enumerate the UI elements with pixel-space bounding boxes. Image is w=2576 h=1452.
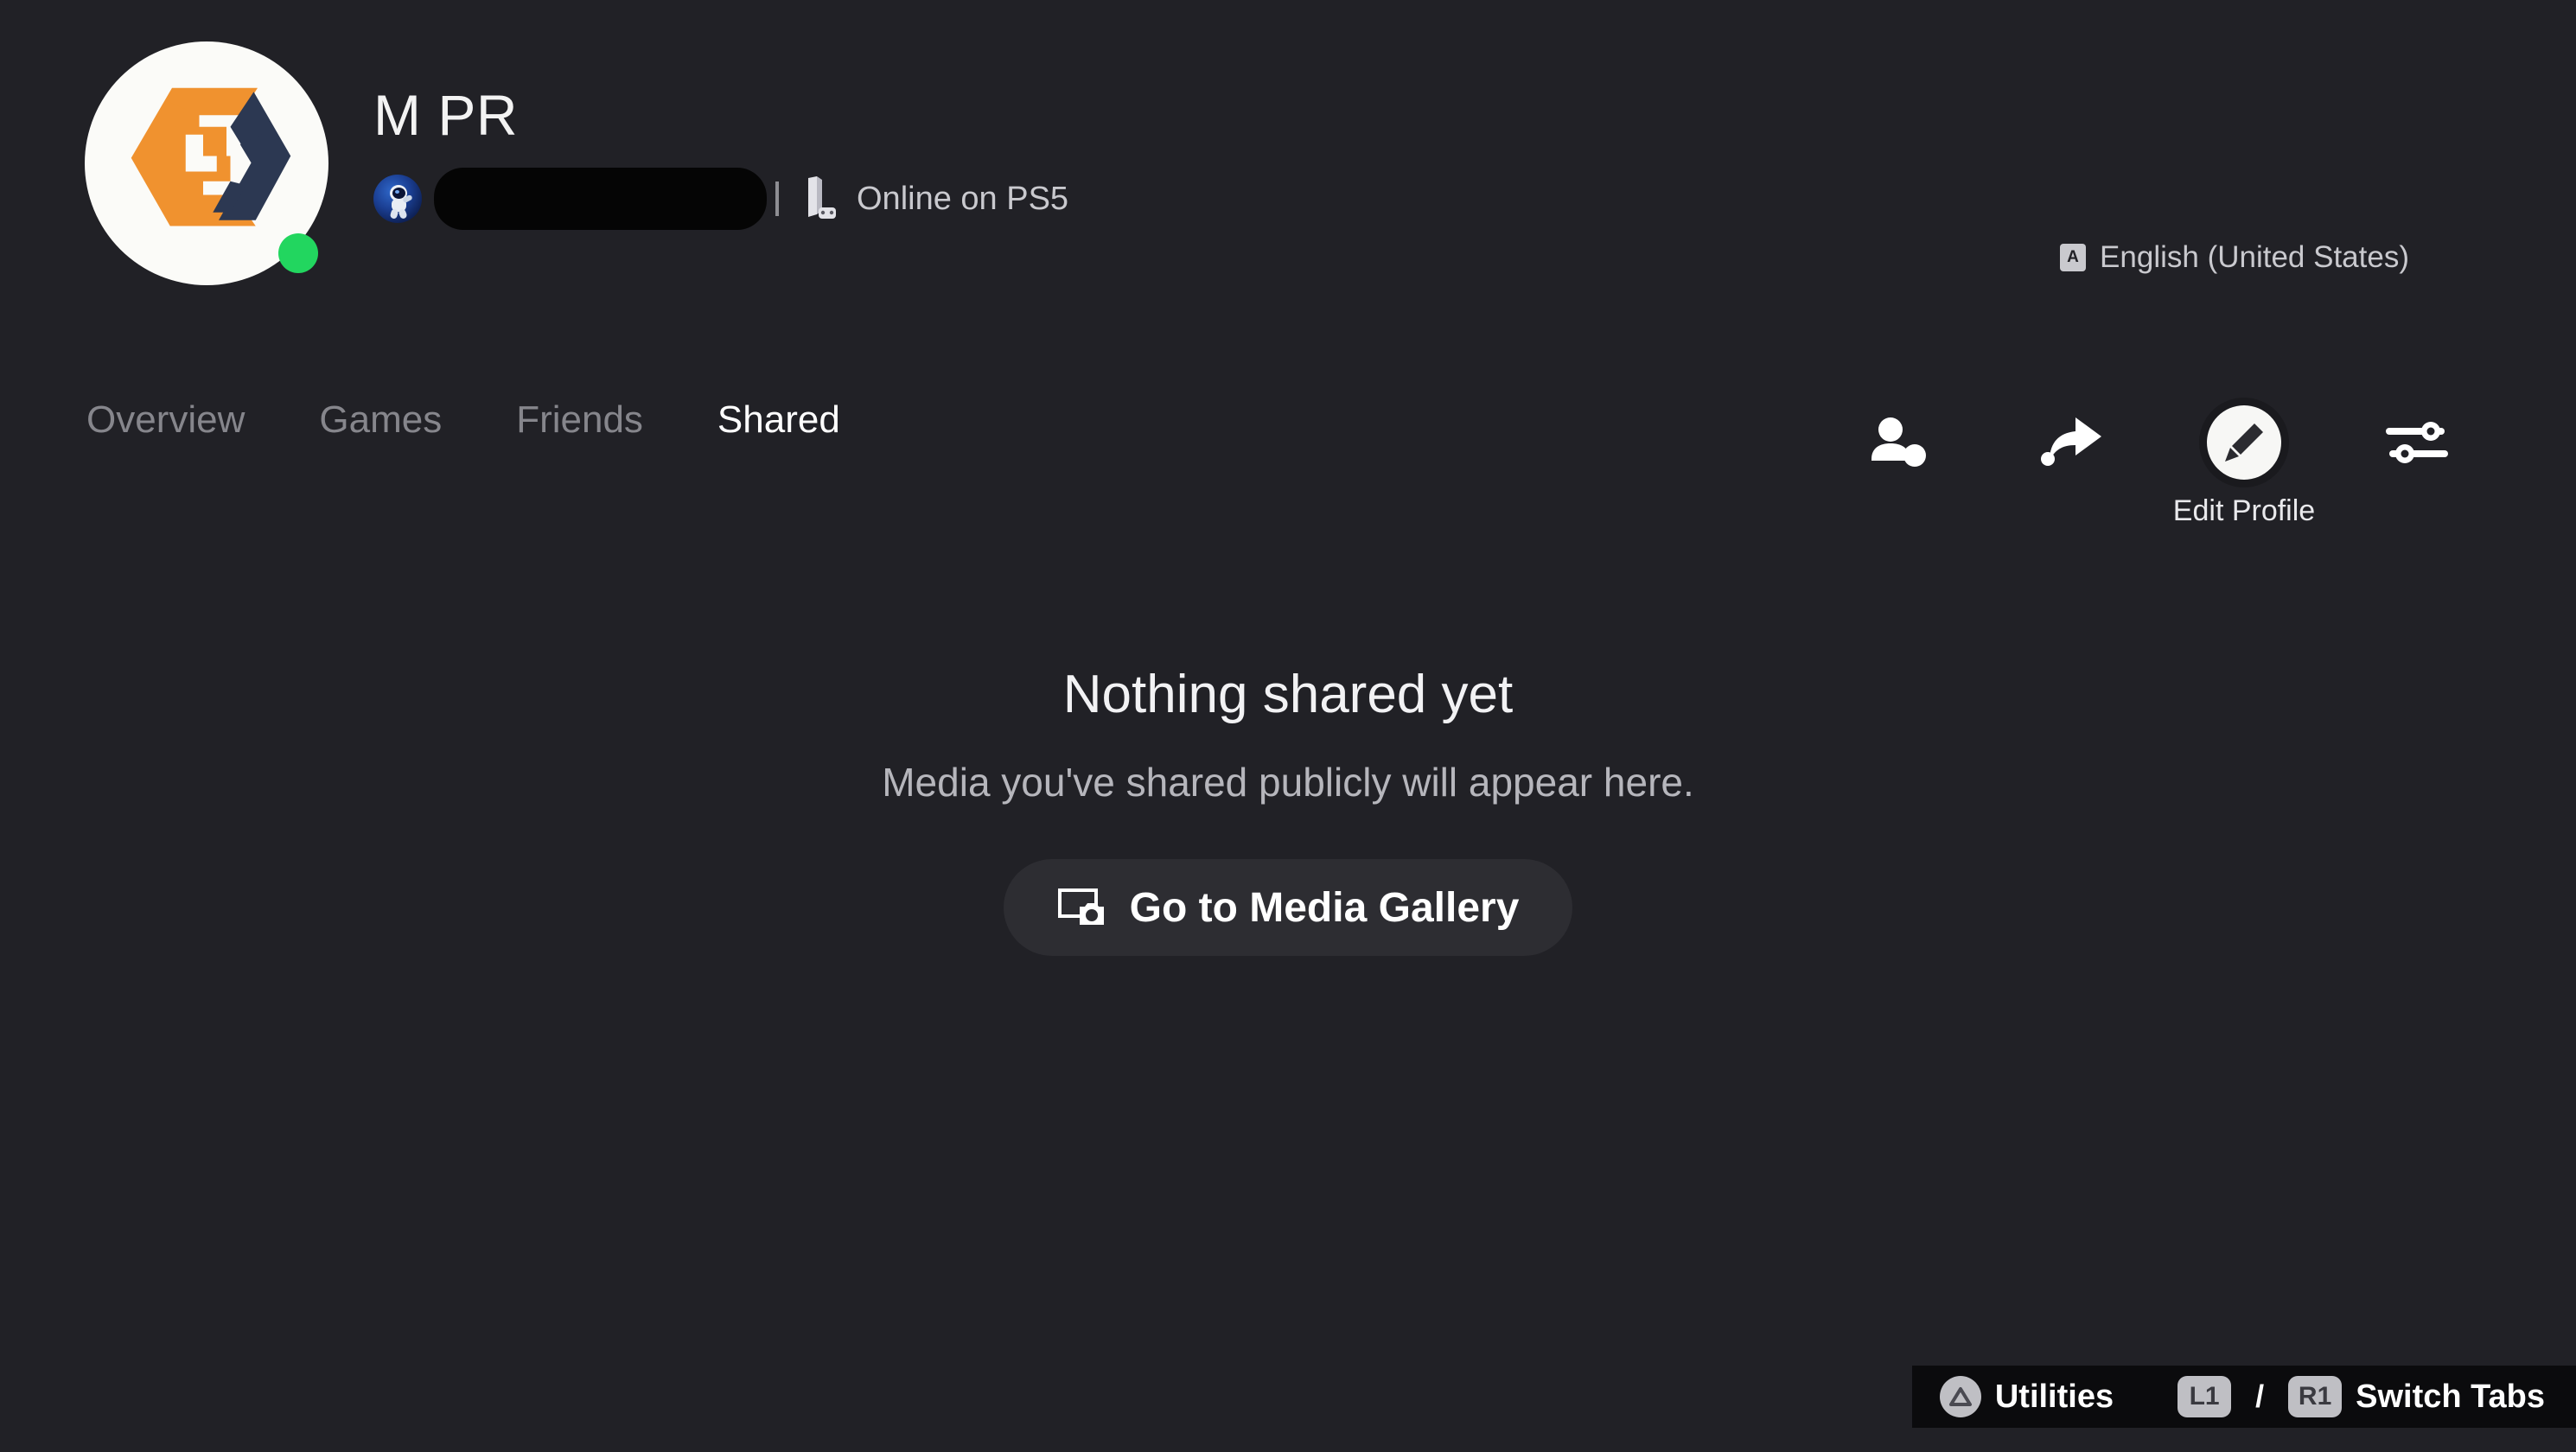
media-gallery-icon [1057,888,1104,926]
add-friend-icon [1871,417,1926,467]
profile-header: M PR Online on PS5 A English (United Sta… [0,0,2576,346]
share-arrow-icon [2041,417,2101,466]
hint-utilities[interactable]: Utilities [1939,1376,2114,1417]
empty-state: Nothing shared yet Media you've shared p… [0,665,2576,957]
key-l1: L1 [2177,1376,2232,1417]
profile-actions: Edit Profile [1843,387,2472,527]
tab-friends[interactable]: Friends [516,393,643,447]
ps5-profile-screen: M PR Online on PS5 A English (United Sta… [0,0,2576,1452]
profile-subline: Online on PS5 [373,168,1069,230]
display-name: M PR [373,83,518,147]
edit-profile-button[interactable]: Edit Profile [2173,387,2315,527]
language-icon: A [2060,244,2087,271]
online-id-redacted [434,168,767,230]
pencil-icon [2225,424,2263,462]
tab-overview[interactable]: Overview [86,393,245,447]
ps5-console-icon [801,176,838,221]
bottom-hint-bar: Utilities L1 / R1 Switch Tabs [1911,1366,2576,1428]
key-separator: / [2255,1379,2265,1414]
go-to-media-gallery-label: Go to Media Gallery [1129,884,1520,931]
hint-utilities-label: Utilities [1994,1378,2114,1415]
share-button[interactable] [2016,387,2126,498]
edit-profile-label: Edit Profile [2172,494,2316,527]
profile-tabs: Overview Games Friends Shared [86,393,840,447]
astro-bot-icon [373,175,422,223]
online-status-dot [278,233,318,273]
presence-status-text: Online on PS5 [857,180,1069,217]
sliders-icon [2386,422,2448,463]
tab-shared[interactable]: Shared [717,393,840,447]
tab-games[interactable]: Games [319,393,442,447]
language-label: English (United States) [2100,240,2409,274]
triangle-button-icon [1939,1376,1981,1417]
language-indicator: A English (United States) [2060,240,2409,275]
profile-settings-button[interactable] [2362,387,2472,498]
tkg-logo-avatar-icon [131,87,290,226]
avatar[interactable] [85,41,328,285]
hint-switch-tabs-label: Switch Tabs [2356,1378,2545,1415]
edit-profile-circle [2207,405,2281,480]
add-friend-button[interactable] [1843,387,1954,498]
subline-separator [775,182,779,216]
key-r1: R1 [2288,1376,2343,1417]
empty-state-subtitle: Media you've shared publicly will appear… [882,760,1694,806]
empty-state-title: Nothing shared yet [1062,665,1514,724]
go-to-media-gallery-button[interactable]: Go to Media Gallery [1003,859,1573,957]
profile-identity: M PR Online on PS5 [373,83,1069,230]
hint-switch-tabs[interactable]: L1 / R1 Switch Tabs [2177,1376,2545,1417]
